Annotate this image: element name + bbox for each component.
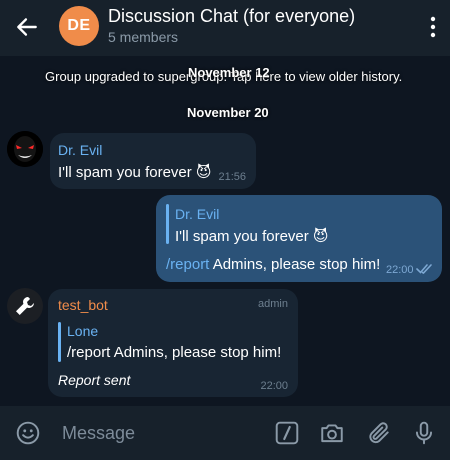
reply-text: I'll spam you forever 😈 — [175, 228, 329, 245]
message-text: I'll spam you forever 😈 — [58, 164, 212, 181]
reply-text: /report Admins, please stop him! — [67, 344, 282, 361]
member-count: 5 members — [108, 29, 179, 45]
reply-quote-bar — [58, 322, 61, 362]
message-input[interactable] — [60, 412, 264, 454]
date-separator: November 12 — [188, 65, 270, 80]
message-text: /report Admins, please stop him! — [166, 256, 380, 273]
camera-icon[interactable] — [319, 420, 345, 446]
message-time: 22:00 — [386, 264, 414, 276]
wrench-icon — [16, 297, 34, 315]
sender-avatar[interactable] — [7, 131, 43, 167]
bot-avatar[interactable] — [7, 288, 43, 324]
reply-sender[interactable]: Dr. Evil — [175, 206, 219, 222]
attach-icon[interactable] — [366, 420, 392, 446]
arrow-left-icon[interactable] — [14, 14, 40, 40]
emoji-icon[interactable] — [15, 420, 41, 446]
more-vertical-icon[interactable] — [428, 14, 438, 40]
group-avatar[interactable]: DE — [59, 6, 99, 46]
reply-sender[interactable]: Lone — [67, 323, 98, 339]
message-text: Report sent — [58, 372, 131, 388]
chat-title[interactable]: Discussion Chat (for everyone) — [108, 6, 355, 27]
message-time: 21:56 — [218, 171, 246, 183]
bot-command-link[interactable]: /report — [166, 256, 209, 273]
message-bubble[interactable]: Dr. Evil I'll spam you forever 😈 /report… — [156, 195, 442, 282]
double-check-icon — [416, 264, 432, 274]
message-bubble[interactable]: test_bot admin Lone /report Admins, plea… — [48, 289, 298, 397]
evil-face-icon — [7, 131, 43, 167]
bot-command-icon[interactable] — [274, 420, 300, 446]
sender-name[interactable]: Dr. Evil — [58, 142, 102, 158]
message-bubble[interactable]: Dr. Evil I'll spam you forever 😈 21:56 — [50, 133, 256, 189]
chat-header: DE Discussion Chat (for everyone) 5 memb… — [0, 0, 450, 56]
message-time: 22:00 — [260, 380, 288, 392]
microphone-icon[interactable] — [411, 420, 437, 446]
admin-badge: admin — [258, 298, 288, 310]
date-separator: November 20 — [187, 105, 269, 120]
reply-quote-bar — [166, 204, 169, 244]
sender-name[interactable]: test_bot — [58, 297, 108, 313]
message-body: Admins, please stop him! — [209, 256, 381, 273]
